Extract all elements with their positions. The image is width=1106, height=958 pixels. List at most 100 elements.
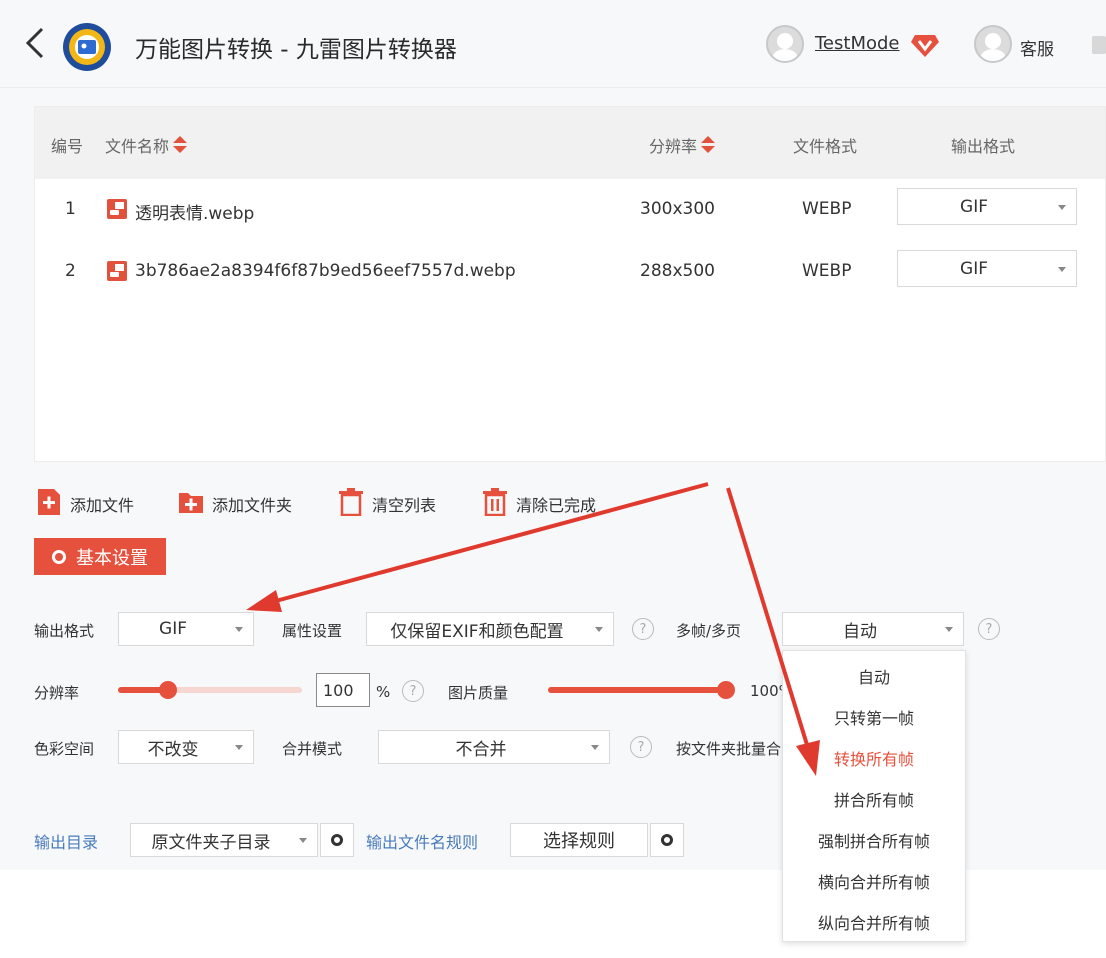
column-index: 编号 — [51, 137, 84, 156]
multiframe-select[interactable]: 自动 — [782, 612, 964, 646]
dropdown-option[interactable]: 只转第一帧 — [783, 696, 965, 737]
select-value: 仅保留EXIF和颜色配置 — [390, 621, 564, 642]
row-resolution: 300x300 — [640, 199, 715, 219]
add-file-label: 添加文件 — [70, 496, 135, 515]
menu-icon[interactable] — [1092, 36, 1106, 54]
resolution-slider-handle[interactable] — [158, 681, 177, 699]
user-name-link[interactable]: TestMode — [815, 33, 900, 54]
help-icon[interactable]: ? — [402, 680, 424, 702]
dropdown-option[interactable]: 纵向合并所有帧 — [783, 901, 965, 942]
row-file-format: WEBP — [802, 199, 852, 219]
select-value: 不改变 — [147, 739, 199, 760]
merge-mode-select[interactable]: 不合并 — [378, 730, 610, 764]
row-index: 2 — [65, 261, 76, 281]
trash-icon — [339, 488, 363, 516]
header-bar: 万能图片转换 - 九雷图片转换器 TestMode 客服 — [0, 0, 1106, 88]
row-index: 1 — [65, 199, 76, 219]
resolution-input[interactable]: 100 — [316, 673, 370, 707]
row-output-format-select[interactable]: GIF — [897, 188, 1077, 225]
table-row[interactable]: 1 透明表情.webp 300x300 WEBP GIF — [35, 179, 1105, 241]
attribute-settings-select[interactable]: 仅保留EXIF和颜色配置 — [366, 612, 614, 646]
column-output-format: 输出格式 — [951, 137, 1016, 156]
color-space-select[interactable]: 不改变 — [118, 730, 254, 764]
back-arrow-icon[interactable] — [24, 26, 46, 60]
add-file-icon — [38, 489, 60, 515]
output-format-label: 输出格式 — [34, 622, 95, 640]
app-logo-icon — [63, 23, 111, 71]
choose-rule-button[interactable]: 选择规则 — [510, 823, 648, 857]
dropdown-option[interactable]: 横向合并所有帧 — [783, 860, 965, 901]
dropdown-option[interactable]: 转换所有帧 — [783, 737, 965, 778]
file-table: 编号 文件名称 分辨率 文件格式 输出格式 1 透明表情.webp 300x30… — [34, 106, 1106, 462]
trash-icon — [483, 488, 507, 516]
chevron-down-icon — [235, 627, 243, 632]
chevron-down-icon — [299, 838, 307, 843]
chevron-down-icon — [591, 745, 599, 750]
dropdown-option[interactable]: 拼合所有帧 — [783, 778, 965, 819]
gear-icon — [52, 549, 66, 564]
gear-icon — [331, 834, 343, 846]
filename-rule-settings-button[interactable] — [650, 823, 684, 857]
help-icon[interactable]: ? — [632, 618, 654, 640]
select-value: 自动 — [843, 621, 877, 642]
color-space-label: 色彩空间 — [34, 740, 95, 758]
quality-slider-handle[interactable] — [717, 681, 735, 699]
select-value: 原文件夹子目录 — [151, 832, 271, 853]
quality-slider-fill — [548, 687, 726, 693]
dropdown-option[interactable]: 自动 — [783, 655, 965, 696]
quality-value: 100% — [750, 682, 782, 700]
row-output-format-select[interactable]: GIF — [897, 250, 1077, 287]
column-file-name[interactable]: 文件名称 — [105, 133, 188, 157]
row-resolution: 288x500 — [640, 261, 715, 281]
output-dir-label: 输出目录 — [34, 833, 99, 852]
dropdown-option[interactable]: 强制拼合所有帧 — [783, 819, 965, 860]
app-title: 万能图片转换 - 九雷图片转换器 — [135, 37, 457, 63]
chevron-down-icon — [1058, 204, 1066, 210]
chevron-down-icon — [595, 627, 603, 632]
select-value: GIF — [960, 196, 988, 217]
select-value: GIF — [159, 619, 187, 639]
clear-list-label: 清空列表 — [372, 496, 437, 515]
chevron-down-icon — [235, 745, 243, 750]
table-header: 编号 文件名称 分辨率 文件格式 输出格式 — [35, 107, 1105, 179]
service-avatar[interactable] — [974, 25, 1012, 63]
multiframe-dropdown-menu: 自动 只转第一帧 转换所有帧 拼合所有帧 强制拼合所有帧 横向合并所有帧 纵向合并所有帧 — [782, 650, 966, 942]
select-value: GIF — [960, 258, 988, 279]
basic-settings-tab[interactable]: 基本设置 — [34, 538, 166, 575]
filename-rule-label: 输出文件名规则 — [366, 833, 479, 852]
attribute-settings-label: 属性设置 — [282, 622, 343, 640]
image-file-icon — [107, 199, 127, 219]
multiframe-label: 多帧/多页 — [676, 622, 742, 640]
add-folder-label: 添加文件夹 — [212, 496, 293, 515]
quality-slider[interactable] — [548, 687, 726, 693]
row-file-name: 透明表情.webp — [135, 204, 255, 224]
sort-icon[interactable] — [701, 136, 716, 154]
chevron-down-icon — [1058, 266, 1066, 272]
merge-mode-label: 合并模式 — [282, 740, 343, 758]
basic-settings-label: 基本设置 — [76, 547, 148, 569]
resolution-slider[interactable] — [118, 687, 302, 693]
resolution-label: 分辨率 — [34, 684, 80, 702]
help-icon[interactable]: ? — [630, 736, 652, 758]
image-file-icon — [107, 261, 127, 281]
service-link[interactable]: 客服 — [1020, 35, 1054, 60]
column-file-format: 文件格式 — [793, 137, 858, 156]
vip-badge-icon[interactable] — [910, 31, 940, 59]
row-file-name: 3b786ae2a8394f6f87b9ed56eef7557d.webp — [135, 261, 516, 281]
batch-merge-label: 按文件夹批量合 — [676, 740, 782, 758]
output-format-select[interactable]: GIF — [118, 612, 254, 646]
clear-done-label: 清除已完成 — [516, 496, 597, 515]
column-file-name-label: 文件名称 — [105, 137, 170, 156]
sort-icon[interactable] — [173, 136, 188, 154]
add-folder-icon — [179, 493, 203, 513]
gear-icon — [661, 834, 673, 846]
select-value: 不合并 — [455, 739, 507, 760]
resolution-unit: % — [376, 683, 391, 701]
help-icon[interactable]: ? — [978, 618, 1000, 640]
output-dir-settings-button[interactable] — [320, 823, 354, 857]
chevron-down-icon — [945, 627, 953, 632]
column-resolution[interactable]: 分辨率 — [649, 133, 716, 157]
user-avatar[interactable] — [766, 25, 804, 63]
output-dir-select[interactable]: 原文件夹子目录 — [130, 823, 318, 857]
table-row[interactable]: 2 3b786ae2a8394f6f87b9ed56eef7557d.webp … — [35, 241, 1105, 303]
